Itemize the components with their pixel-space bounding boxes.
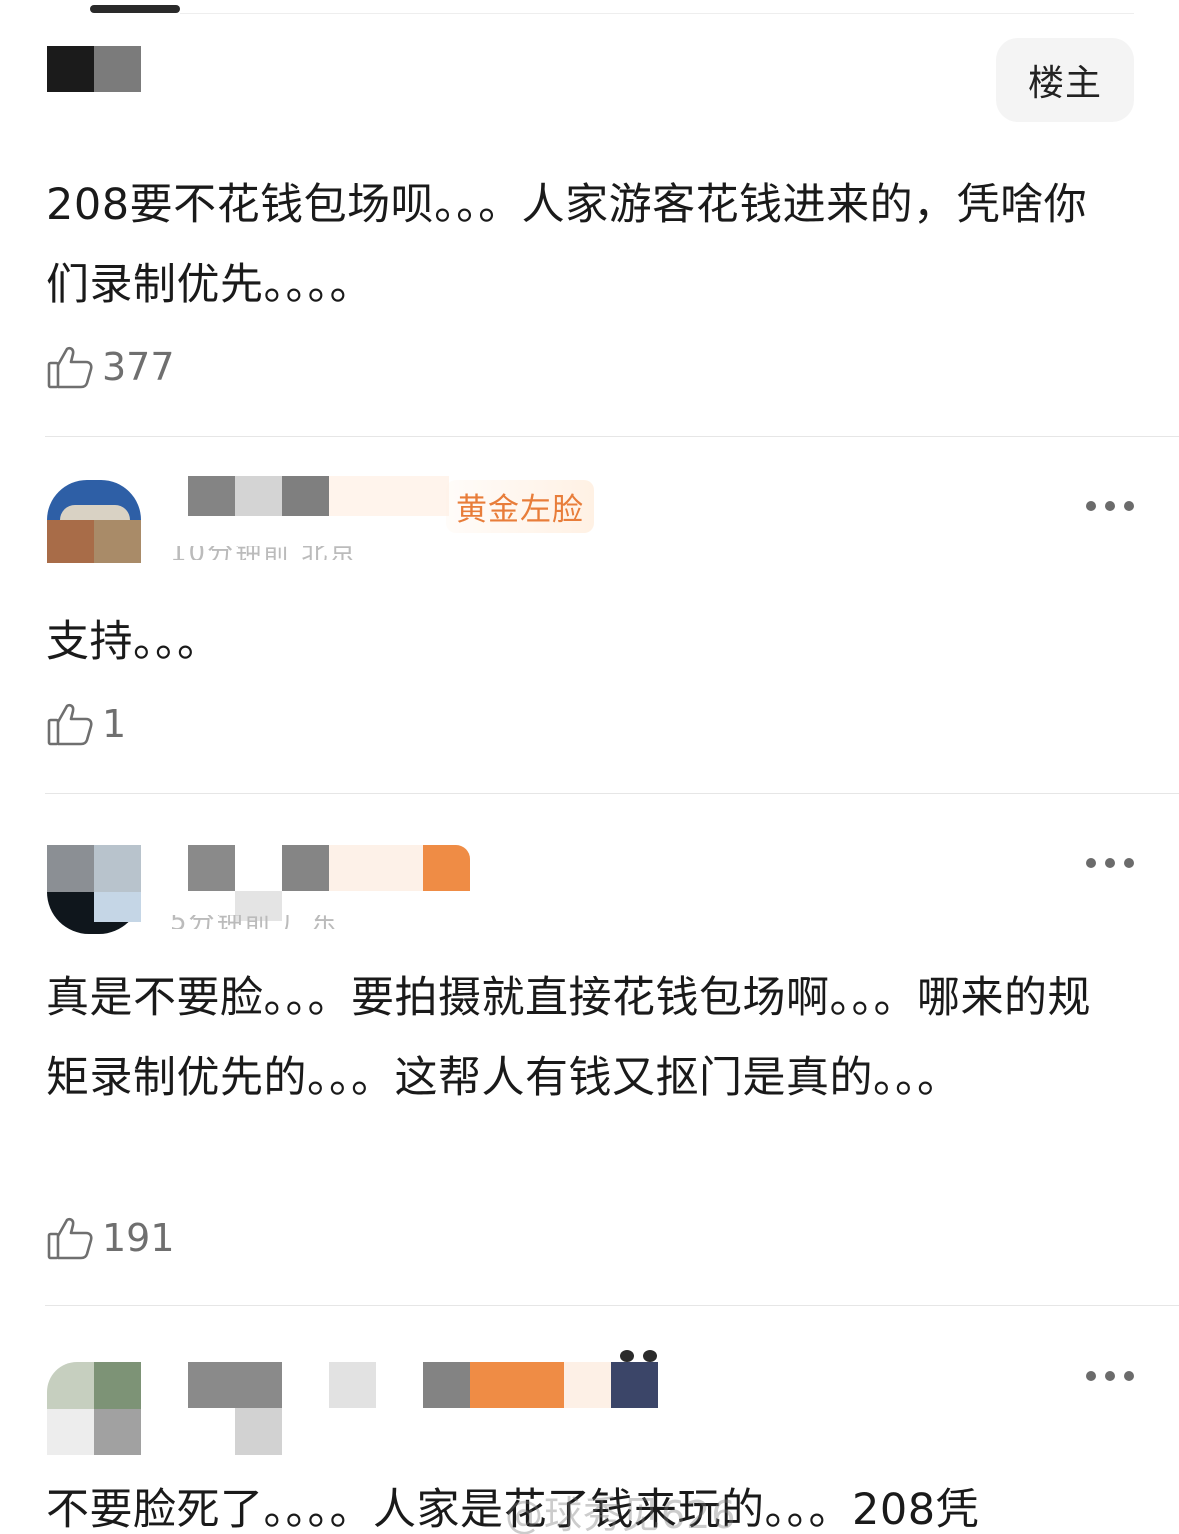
comment-divider — [45, 436, 1179, 437]
comment-divider — [45, 793, 1179, 794]
watermark: @球秀见626 — [505, 1493, 737, 1534]
thumbs-up-icon — [47, 1217, 93, 1260]
more-dots-icon[interactable] — [1086, 853, 1134, 873]
fan-badge: 黄金左脸 — [446, 480, 594, 533]
like-count: 191 — [102, 1216, 175, 1260]
comment-meta: 10分钟前 北京 — [170, 546, 357, 560]
more-dots-icon[interactable] — [1086, 496, 1134, 516]
thumbs-up-icon — [47, 703, 93, 746]
op-badge: 楼主 — [996, 38, 1134, 122]
scroll-indicator — [90, 5, 180, 13]
like-button[interactable]: 191 — [46, 1213, 175, 1263]
more-dots-icon[interactable] — [1086, 1366, 1134, 1386]
like-button[interactable]: 1 — [46, 699, 126, 749]
comment-divider — [45, 1305, 1179, 1306]
thumbs-up-icon — [47, 346, 93, 389]
like-count: 377 — [102, 345, 175, 389]
comment-text: 支持。。。 — [46, 617, 221, 667]
like-count: 1 — [102, 702, 127, 746]
comment-text: 208要不花钱包场呗。。。人家游客花钱进来的，凭啥你们录制优先。。。。 — [46, 180, 1088, 310]
top-divider — [180, 13, 1134, 14]
comment-text: 真是不要脸。。。要拍摄就直接花钱包场啊。。。哪来的规矩录制优先的。。。这帮人有钱… — [46, 973, 1091, 1103]
like-button[interactable]: 377 — [46, 342, 175, 392]
comment-meta: 5分钟前 广东 — [170, 915, 339, 929]
